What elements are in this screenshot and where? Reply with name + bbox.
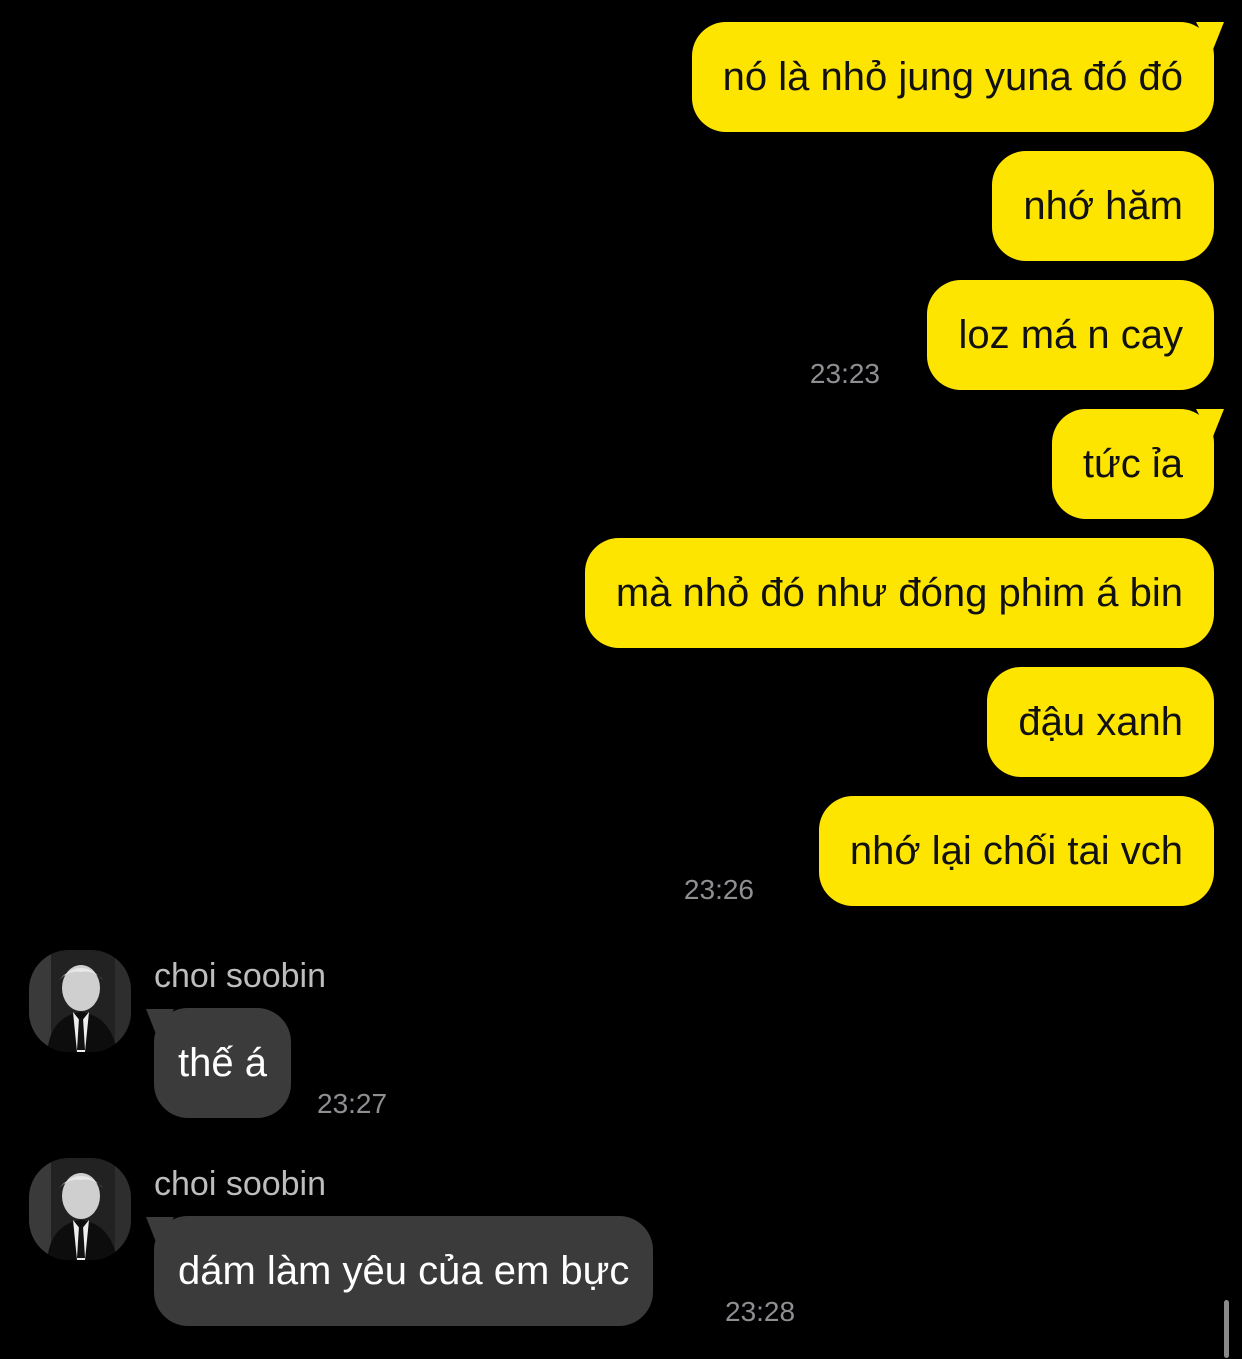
- message-bubble-outgoing[interactable]: mà nhỏ đó như đóng phim á bin: [584, 538, 1214, 648]
- message-timestamp: 23:28: [725, 1296, 796, 1327]
- message-bubble-outgoing[interactable]: loz má n cay: [927, 280, 1214, 390]
- message-timestamp: 23:26: [683, 874, 754, 905]
- message-timestamp: 23:23: [809, 358, 880, 389]
- scrollbar[interactable]: [1224, 1300, 1229, 1358]
- message-bubble-incoming[interactable]: dám làm yêu của em bực: [154, 1216, 654, 1326]
- message-bubble-outgoing[interactable]: đậu xanh: [987, 667, 1214, 777]
- sender-name: choi soobin: [154, 957, 327, 995]
- message-bubble-outgoing[interactable]: nó là nhỏ jung yuna đó đó: [691, 22, 1214, 132]
- avatar[interactable]: [29, 950, 131, 1052]
- message-timestamp: 23:27: [317, 1088, 388, 1119]
- profile-photo-icon: [29, 1158, 131, 1260]
- profile-photo-icon: [29, 950, 131, 1052]
- message-bubble-incoming[interactable]: thế á: [154, 1008, 291, 1118]
- sender-name: choi soobin: [154, 1165, 327, 1203]
- avatar[interactable]: [29, 1158, 131, 1260]
- message-bubble-outgoing[interactable]: tức ỉa: [1051, 409, 1214, 519]
- message-bubble-outgoing[interactable]: nhớ hăm: [992, 151, 1214, 261]
- message-bubble-outgoing[interactable]: nhớ lại chối tai vch: [818, 796, 1214, 906]
